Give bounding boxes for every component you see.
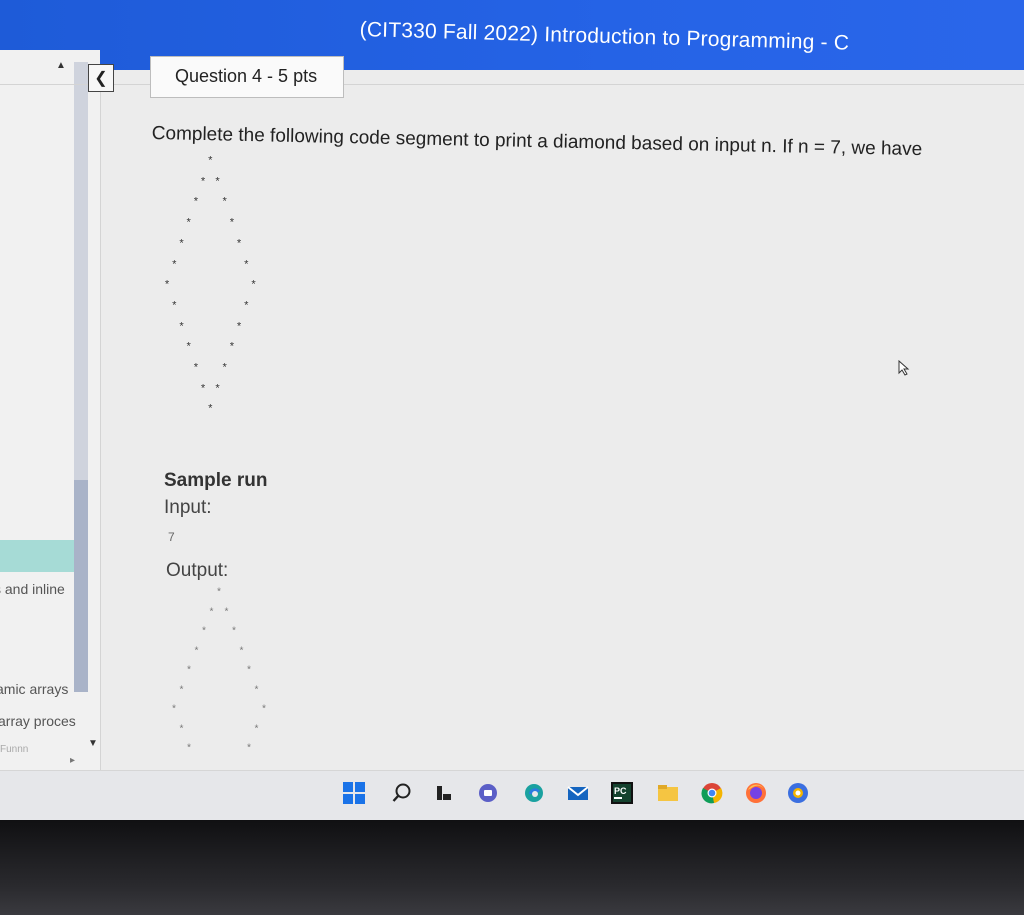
diamond-star: * [238, 646, 245, 658]
sidebar-item-active[interactable] [0, 540, 74, 572]
mail-icon[interactable] [566, 781, 590, 805]
diamond-star: * [186, 666, 193, 677]
sidebar-item-dynamic-arrays[interactable]: amic arrays [0, 681, 68, 697]
diamond-star: * [243, 300, 250, 313]
diamond-star: * [214, 176, 221, 189]
firefox-icon[interactable] [744, 781, 768, 805]
mouse-cursor-icon [898, 360, 910, 376]
diamond-star: * [214, 383, 221, 396]
sidebar-item-pointers-inline[interactable]: s and inline [0, 581, 65, 597]
diamond-star: * [246, 744, 253, 755]
edge-browser-icon[interactable] [522, 781, 546, 805]
diamond-star: * [223, 607, 230, 619]
sidebar-item-functions[interactable]: Funnn [0, 744, 28, 755]
diamond-star: * [221, 197, 228, 210]
diamond-star: * [216, 588, 223, 599]
diamond-star: * [199, 383, 207, 396]
diamond-star: * [178, 685, 185, 697]
diamond-star: * [185, 342, 192, 355]
app-icon[interactable] [786, 781, 810, 805]
diamond-star: * [235, 321, 243, 334]
search-icon[interactable] [390, 781, 414, 805]
question-text: Complete the following code segment to p… [151, 123, 923, 161]
question-points-label: Question 4 - 5 pts [175, 66, 318, 86]
monitor-bezel [0, 820, 1024, 915]
sidebar-scrollbar-thumb[interactable] [74, 480, 88, 692]
taskbar [0, 770, 1024, 820]
diamond-star: * [171, 300, 178, 313]
chrome-icon[interactable] [700, 781, 724, 805]
diamond-star: * [253, 724, 260, 736]
file-explorer-icon[interactable] [656, 781, 680, 805]
diamond-star: * [201, 627, 208, 638]
diamond-star: * [185, 218, 192, 231]
diamond-star: * [178, 238, 185, 251]
chevron-left-icon: ❮ [94, 70, 108, 87]
diamond-star: * [171, 259, 178, 272]
diamond-star: * [192, 363, 200, 375]
diamond-star: * [221, 363, 228, 375]
diamond-star: * [231, 627, 238, 638]
scroll-down-arrow-icon[interactable]: ▼ [88, 738, 98, 749]
diamond-star: * [228, 218, 236, 231]
diamond-star: * [192, 197, 200, 210]
pycharm-icon[interactable]: PC [610, 781, 634, 805]
diamond-star: * [207, 156, 214, 168]
windows-start-icon[interactable] [342, 781, 366, 805]
diamond-star: * [171, 705, 178, 716]
diamond-star: * [228, 342, 236, 355]
sidebar-expand-arrow-icon[interactable]: ▸ [70, 755, 75, 766]
task-view-icon[interactable] [432, 781, 456, 805]
sidebar-item-array-processing[interactable]: array proces [0, 713, 76, 729]
diamond-star: * [199, 176, 207, 189]
pycharm-icon-label: PC [614, 786, 627, 796]
diamond-star: * [193, 646, 200, 658]
scroll-up-arrow-icon[interactable]: ▲ [56, 60, 66, 71]
diamond-star: * [207, 404, 214, 417]
diamond-star: * [178, 321, 185, 334]
diamond-star: * [253, 685, 260, 697]
input-value: 7 [168, 530, 175, 544]
chat-icon[interactable] [476, 781, 500, 805]
sample-run-heading: Sample run [164, 470, 268, 491]
screen: (CIT330 Fall 2022) Introduction to Progr… [0, 0, 1024, 820]
question-header: Question 4 - 5 pts [150, 56, 344, 98]
diamond-star: * [235, 238, 243, 251]
diamond-star: * [246, 666, 253, 677]
diamond-star: * [186, 744, 193, 755]
output-label: Output: [166, 560, 229, 581]
diamond-star: * [208, 607, 215, 619]
diamond-star: * [261, 705, 268, 716]
input-label: Input: [164, 497, 212, 518]
diamond-star: * [250, 280, 257, 293]
window-title: (CIT330 Fall 2022) Introduction to Progr… [359, 18, 850, 55]
sidebar-divider [100, 90, 101, 770]
diamond-star: * [178, 724, 185, 736]
diamond-star: * [163, 280, 171, 293]
collapse-sidebar-button[interactable]: ❮ [88, 64, 114, 92]
diamond-star: * [243, 259, 250, 272]
